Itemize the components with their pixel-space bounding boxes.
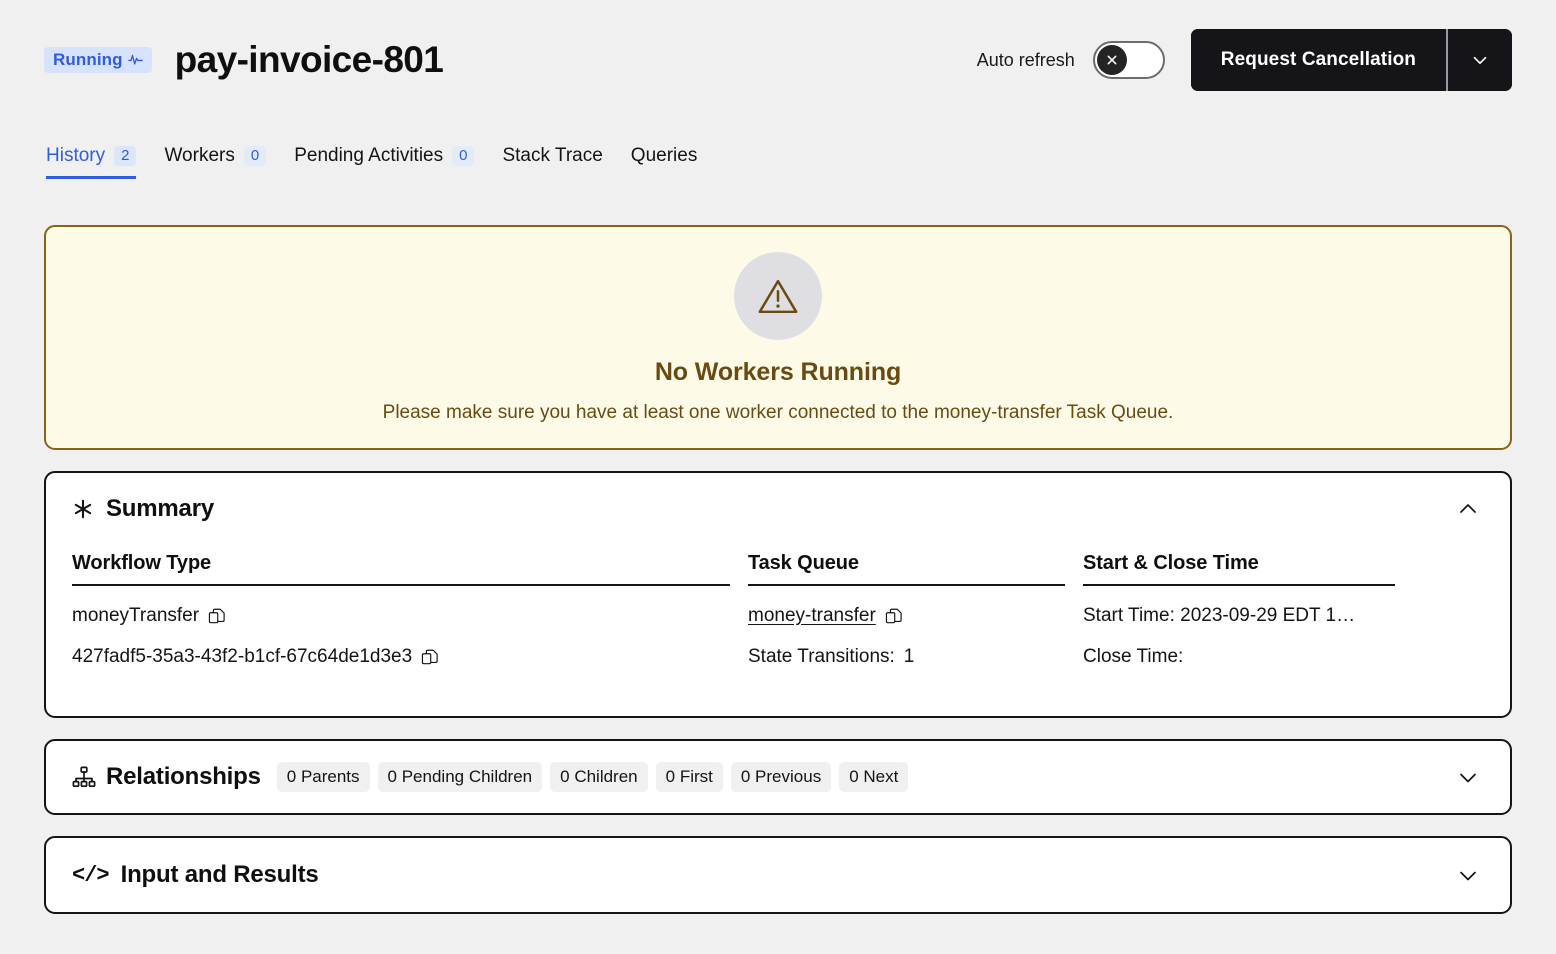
start-time-row: Start Time: 2023-09-29 EDT 1… [1083,605,1413,627]
start-close-time-header: Start & Close Time [1083,552,1395,586]
status-badge[interactable]: Running [44,47,152,73]
input-and-results-card: </> Input and Results [44,836,1512,914]
warning-icon-circle [734,252,822,340]
copy-workflow-id-button[interactable] [421,648,439,666]
input-and-results-card-header[interactable]: </> Input and Results [72,838,1484,912]
relationships-card: Relationships 0 Parents 0 Pending Childr… [44,739,1512,815]
tab-queries[interactable]: Queries [631,145,698,179]
no-workers-warning-banner: No Workers Running Please make sure you … [44,225,1512,450]
warning-title: No Workers Running [655,358,901,387]
toggle-knob [1097,45,1127,75]
start-time-label: Start Time: [1083,605,1175,626]
close-time-row: Close Time: [1083,646,1413,668]
input-and-results-expand-button[interactable] [1452,838,1484,912]
chevron-down-icon [1456,863,1480,887]
copy-icon [421,648,439,666]
tab-workers-count: 0 [244,146,266,166]
relationship-pill-parents[interactable]: 0 Parents [277,762,370,792]
relationship-pill-group: 0 Parents 0 Pending Children 0 Children … [277,762,909,792]
summary-column-workflow-type: Workflow Type moneyTransfer 427fadf5-35a… [72,552,748,668]
tab-pending-activities-label: Pending Activities [294,145,443,167]
task-queue-link[interactable]: money-transfer [748,605,876,627]
copy-icon [885,607,903,625]
close-time-label: Close Time: [1083,646,1183,668]
task-queue-value-row: money-transfer [748,605,1083,627]
relationships-card-title: Relationships [106,763,261,791]
warning-triangle-icon [755,273,801,319]
asterisk-icon [72,498,94,520]
state-transitions-value: 1 [904,646,915,668]
status-badge-label: Running [53,51,123,68]
hierarchy-icon [72,765,96,789]
tab-pending-activities[interactable]: Pending Activities 0 [294,145,474,179]
header-actions: Auto refresh Request Cancellation [977,29,1512,91]
request-cancellation-dropdown-button[interactable] [1448,29,1512,91]
close-icon [1104,52,1120,68]
pulse-icon [128,52,143,67]
code-brackets-icon: </> [72,863,109,888]
auto-refresh-toggle[interactable] [1093,41,1165,79]
copy-workflow-type-button[interactable] [208,607,226,625]
relationship-pill-next[interactable]: 0 Next [839,762,908,792]
workflow-type-value-row: moneyTransfer [72,605,748,627]
page-title: pay-invoice-801 [175,39,444,81]
workflow-type-header: Workflow Type [72,552,730,586]
tab-workers[interactable]: Workers 0 [164,145,266,179]
summary-card-title: Summary [106,495,214,523]
tab-pending-activities-count: 0 [452,146,474,166]
relationships-card-header[interactable]: Relationships 0 Parents 0 Pending Childr… [72,741,1484,813]
copy-task-queue-button[interactable] [885,607,903,625]
tab-workers-label: Workers [164,145,234,167]
input-and-results-card-title: Input and Results [121,861,319,889]
auto-refresh-label: Auto refresh [977,50,1075,71]
tab-history[interactable]: History 2 [46,145,136,179]
chevron-down-icon [1469,49,1491,71]
tab-history-count: 2 [114,146,136,166]
summary-collapse-button[interactable] [1452,473,1484,545]
request-cancellation-button[interactable]: Request Cancellation [1191,29,1446,91]
relationship-pill-children[interactable]: 0 Children [550,762,648,792]
copy-icon [208,607,226,625]
relationship-pill-first[interactable]: 0 First [656,762,723,792]
tab-stack-trace-label: Stack Trace [502,145,602,167]
request-cancellation-split-button: Request Cancellation [1191,29,1512,91]
start-time-value: 2023-09-29 EDT 1… [1180,605,1355,626]
summary-card-header[interactable]: Summary [72,473,1484,545]
task-queue-header: Task Queue [748,552,1065,586]
summary-column-task-queue: Task Queue money-transfer State Transiti… [748,552,1083,668]
workflow-id-row: 427fadf5-35a3-43f2-b1cf-67c64de1d3e3 [72,646,748,668]
tab-history-label: History [46,145,105,167]
summary-card: Summary Workflow Type moneyTransfer [44,471,1512,718]
state-transitions-row: State Transitions: 1 [748,646,1083,668]
chevron-up-icon [1456,497,1480,521]
workflow-type-value: moneyTransfer [72,605,199,627]
workflow-detail-page: Running pay-invoice-801 Auto refresh Req… [0,0,1556,954]
chevron-down-icon [1456,765,1480,789]
relationship-pill-pending-children[interactable]: 0 Pending Children [378,762,543,792]
summary-grid: Workflow Type moneyTransfer 427fadf5-35a… [72,552,1484,668]
relationships-expand-button[interactable] [1452,741,1484,813]
summary-column-start-close-time: Start & Close Time Start Time: 2023-09-2… [1083,552,1413,668]
state-transitions-label: State Transitions: [748,646,895,668]
tab-queries-label: Queries [631,145,698,167]
page-header: Running pay-invoice-801 Auto refresh Req… [44,0,1512,112]
workflow-id-value: 427fadf5-35a3-43f2-b1cf-67c64de1d3e3 [72,646,412,668]
warning-message: Please make sure you have at least one w… [383,402,1174,424]
tab-bar: History 2 Workers 0 Pending Activities 0… [44,135,1512,179]
relationship-pill-previous[interactable]: 0 Previous [731,762,831,792]
tab-stack-trace[interactable]: Stack Trace [502,145,602,179]
